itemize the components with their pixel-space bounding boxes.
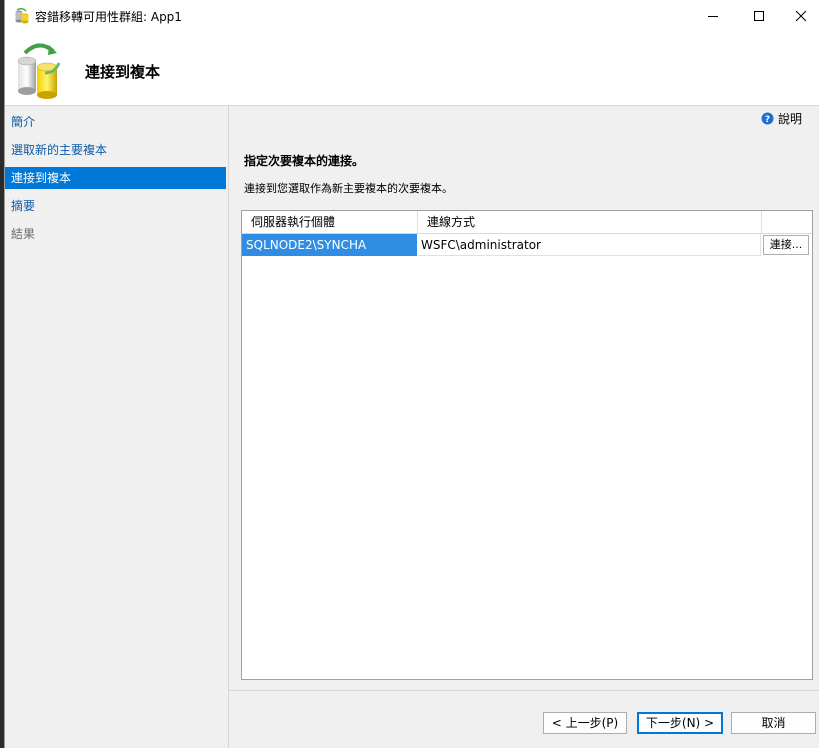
nav-item-summary[interactable]: 摘要	[5, 195, 226, 217]
maximize-icon	[754, 10, 764, 21]
section-heading: 指定次要複本的連接。	[244, 154, 365, 168]
title-bar[interactable]: 容錯移轉可用性群組: App1	[5, 0, 819, 31]
connection-cell[interactable]: WSFC\administrator	[418, 234, 761, 256]
svg-text:?: ?	[765, 115, 770, 125]
database-sync-icon	[17, 43, 61, 99]
page-title: 連接到複本	[85, 63, 161, 81]
nav-item-results: 結果	[11, 227, 36, 241]
help-icon: ?	[761, 112, 774, 125]
column-header-server-instance[interactable]: 伺服器執行個體	[242, 211, 418, 233]
table-row[interactable]: SQLNODE2\SYNCHA WSFC\administrator 連接...	[242, 234, 812, 256]
nav-item-connect-replicas[interactable]: 連接到複本	[5, 167, 226, 189]
grid-header: 伺服器執行個體 連線方式	[242, 211, 812, 234]
section-description: 連接到您選取作為新主要複本的次要複本。	[244, 182, 453, 195]
footer-divider	[229, 690, 819, 691]
cancel-button[interactable]: 取消	[731, 712, 816, 734]
help-label: 說明	[778, 112, 803, 126]
minimize-icon	[708, 15, 718, 17]
connect-button[interactable]: 連接...	[763, 235, 809, 255]
column-header-connection[interactable]: 連線方式	[418, 211, 762, 233]
nav-item-intro[interactable]: 簡介	[5, 111, 226, 133]
nav-item-select-primary[interactable]: 選取新的主要複本	[5, 139, 226, 161]
next-button[interactable]: 下一步(N) >	[637, 712, 723, 734]
close-icon	[795, 10, 807, 21]
minimize-button[interactable]	[690, 0, 736, 31]
close-button[interactable]	[782, 0, 819, 31]
app-icon	[15, 8, 29, 24]
maximize-button[interactable]	[736, 0, 782, 31]
wizard-header: 連接到複本	[5, 31, 819, 106]
help-link[interactable]: ? 說明	[761, 110, 802, 127]
window-title: 容錯移轉可用性群組: App1	[35, 10, 182, 24]
wizard-content: ? 說明 指定次要複本的連接。 連接到您選取作為新主要複本的次要複本。 伺服器執…	[229, 106, 819, 748]
server-instance-cell[interactable]: SQLNODE2\SYNCHA	[242, 234, 417, 256]
wizard-nav: 簡介 選取新的主要複本 連接到複本 摘要 結果	[5, 106, 229, 748]
replica-connection-grid: 伺服器執行個體 連線方式 SQLNODE2\SYNCHA WSFC\admini…	[241, 210, 813, 680]
back-button[interactable]: < 上一步(P)	[543, 712, 627, 734]
wizard-window: 容錯移轉可用性群組: App1 連接到複本 簡介 選取新的主要複本 連接到複本 …	[4, 0, 819, 748]
